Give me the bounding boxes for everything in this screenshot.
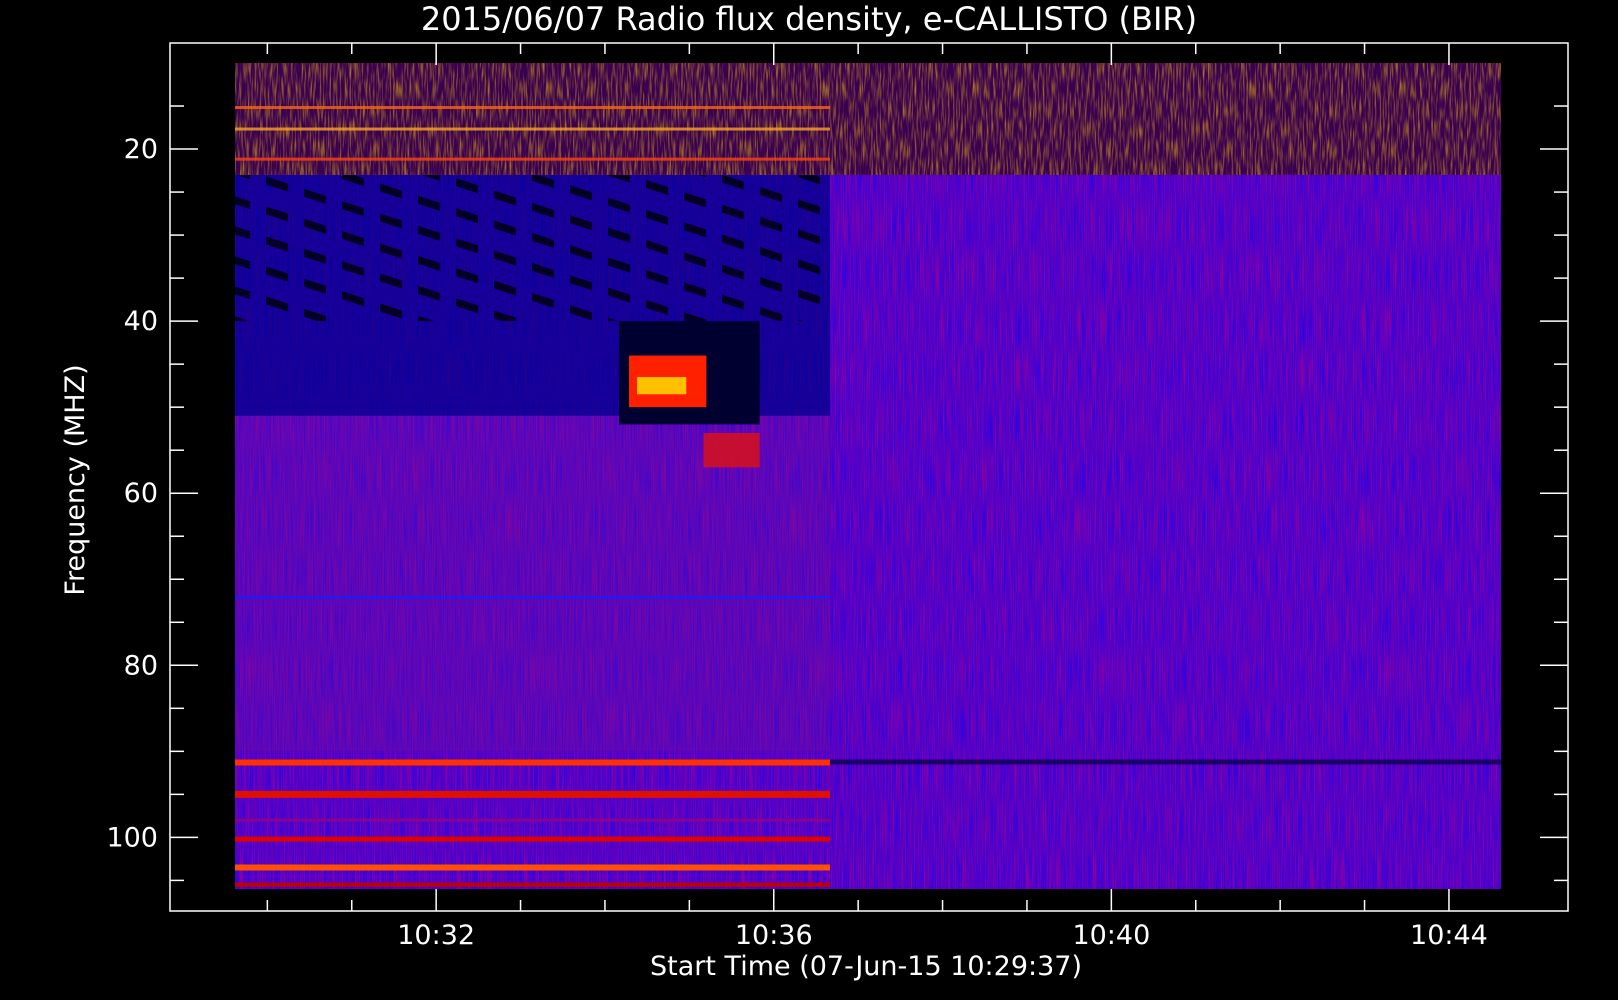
spectrogram-chart: 10:32 10:36 10:40 10:44 20 40 60 80 100 2015/06/… [0, 0, 1618, 1000]
spectrogram-image [235, 63, 1501, 889]
stripe-region [235, 174, 831, 322]
y-tick-label: 20 [124, 134, 158, 165]
y-axis-label: Frequency (MHZ) [60, 364, 91, 595]
lower-band-line [235, 836, 831, 842]
lower-band-right [830, 759, 1501, 765]
burst-tail [703, 432, 760, 468]
y-tick-label: 100 [106, 822, 158, 853]
lower-band-line [235, 864, 831, 871]
top-band-line [235, 127, 831, 131]
lower-band-line [235, 790, 831, 798]
y-tick-label: 80 [124, 650, 158, 681]
burst-peak [637, 377, 687, 395]
x-tick-label: 10:36 [735, 920, 813, 951]
x-tick-label: 10:40 [1072, 920, 1150, 951]
x-tick-label: 10:44 [1410, 920, 1488, 951]
band-72 [235, 596, 831, 599]
y-tick-label: 40 [124, 306, 158, 337]
x-tick-label: 10:32 [397, 920, 475, 951]
top-band-line [235, 157, 831, 161]
top-band-line [235, 106, 831, 110]
x-axis-label: Start Time (07-Jun-15 10:29:37) [650, 951, 1082, 982]
lower-band-line [235, 882, 831, 887]
lower-band-line [235, 759, 831, 766]
chart-title: 2015/06/07 Radio flux density, e-CALLIST… [421, 0, 1197, 38]
lower-band-line [235, 818, 831, 822]
y-tick-label: 60 [124, 478, 158, 509]
